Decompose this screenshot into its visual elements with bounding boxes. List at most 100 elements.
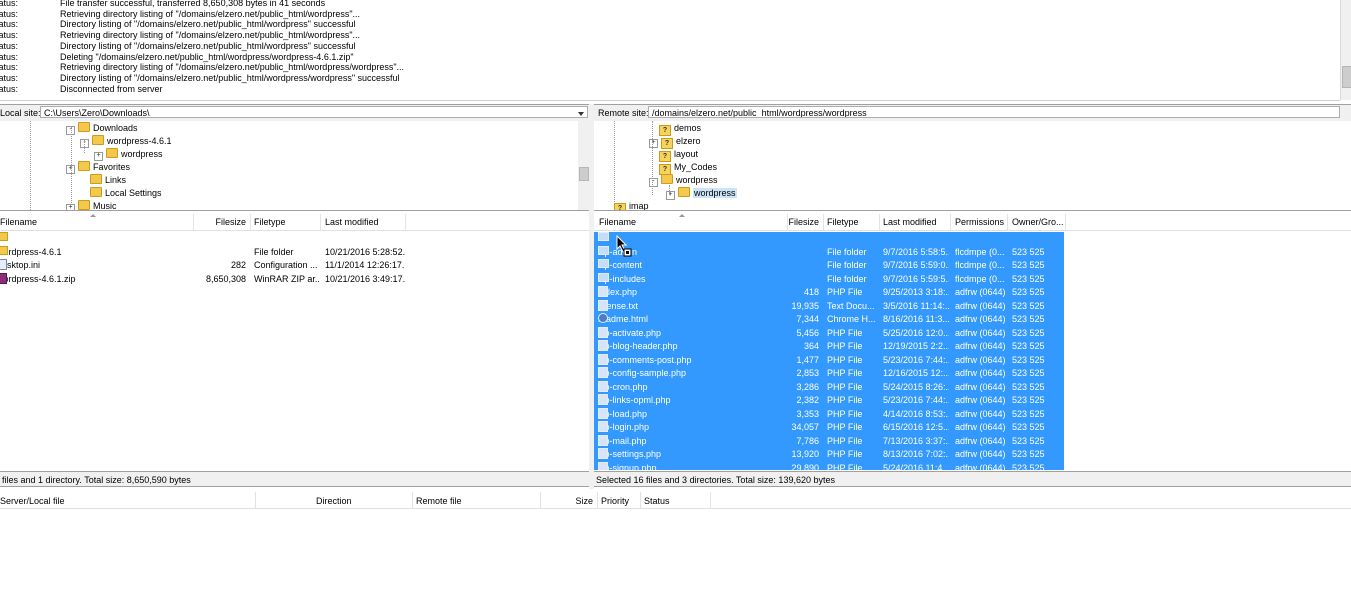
column-header-last-modified[interactable]: Last modified: [325, 217, 379, 227]
local-file-list[interactable]: ..wordpress-4.6.1 File folder 10/21/2016 5…: [0, 231, 589, 470]
column-separator[interactable]: [710, 492, 711, 508]
queue-column-server-local-file[interactable]: Server/Local file: [0, 496, 65, 506]
local-tree-node[interactable]: + wordpress: [94, 148, 163, 161]
queue-column-status[interactable]: Status: [644, 496, 670, 506]
local-tree-node[interactable]: Links: [80, 174, 126, 186]
queue-column-priority[interactable]: Priority: [601, 496, 629, 506]
expand-icon[interactable]: +: [66, 204, 75, 210]
expand-icon[interactable]: +: [94, 152, 103, 161]
remote-tree-node[interactable]: - wordpress: [649, 174, 718, 187]
message-log-scrollbar[interactable]: [1340, 0, 1351, 100]
scrollbar-thumb[interactable]: [1342, 66, 1351, 88]
column-separator[interactable]: [950, 214, 951, 230]
column-separator[interactable]: [540, 492, 541, 508]
table-row[interactable]: ..: [594, 232, 1064, 246]
expand-icon[interactable]: +: [649, 139, 658, 148]
local-tree-node[interactable]: + Music: [66, 200, 117, 210]
collapse-icon[interactable]: -: [80, 139, 89, 148]
column-header-filesize[interactable]: Filesize: [774, 217, 819, 227]
column-separator[interactable]: [193, 214, 194, 230]
table-row[interactable]: desktop.ini 282 Configuration ... 11/1/2014…: [0, 259, 589, 273]
permissions-cell: adfrw (0644): [955, 381, 1006, 392]
table-row[interactable]: wp-blog-header.php 364 PHP File 12/19/2015 …: [594, 340, 1064, 354]
column-header-permissions[interactable]: Permissions: [955, 217, 1004, 227]
column-header-filetype[interactable]: Filetype: [827, 217, 859, 227]
column-header-last-modified[interactable]: Last modified: [883, 217, 937, 227]
table-row[interactable]: wp-content File folder 9/7/2016 5:59:0... f…: [594, 259, 1064, 273]
transfer-queue[interactable]: [0, 509, 1351, 613]
remote-tree-node[interactable]: + wordpress: [666, 187, 737, 200]
column-separator[interactable]: [823, 214, 824, 230]
column-separator[interactable]: [412, 492, 413, 508]
column-header-filename[interactable]: Filename: [599, 217, 636, 227]
table-row[interactable]: wp-signup.php 29,890 PHP File 5/24/2016 11:…: [594, 461, 1064, 471]
permissions-cell: adfrw (0644): [955, 327, 1006, 338]
table-row[interactable]: wp-mail.php 7,786 PHP File 7/13/2016 3:37:.…: [594, 434, 1064, 448]
local-tree-node[interactable]: - Downloads: [66, 122, 138, 135]
expand-icon[interactable]: +: [666, 191, 675, 200]
table-row[interactable]: wordpress-4.6.1.zip 8,650,308 WinRAR ZIP a…: [0, 272, 589, 287]
remote-tree-node[interactable]: ? My_Codes: [656, 161, 717, 175]
column-separator[interactable]: [640, 492, 641, 508]
collapse-icon[interactable]: -: [649, 178, 658, 187]
table-row[interactable]: wp-activate.php 5,456 PHP File 5/25/2016 12…: [594, 326, 1064, 340]
table-row[interactable]: wordpress-4.6.1 File folder 10/21/2016 5:2…: [0, 245, 589, 260]
local-status-text: files and 1 directory. Total size: 8,650…: [2, 475, 191, 485]
table-row[interactable]: index.php 418 PHP File 9/25/2013 3:18:... ad…: [594, 286, 1064, 300]
file-type-cell: PHP File: [827, 341, 863, 351]
table-row[interactable]: license.txt 19,935 Text Docu... 3/5/2016 11…: [594, 299, 1064, 313]
remote-tree-node[interactable]: +? elzero: [649, 135, 701, 149]
column-separator[interactable]: [1007, 214, 1008, 230]
queue-column-direction[interactable]: Direction: [316, 496, 352, 506]
column-header-filename[interactable]: Filename: [0, 217, 37, 227]
queue-column-remote-file[interactable]: Remote file: [416, 496, 462, 506]
queue-column-size[interactable]: Size: [560, 496, 593, 506]
column-separator[interactable]: [255, 492, 256, 508]
local-tree-node[interactable]: + Favorites: [66, 161, 130, 174]
owner-group-cell: 523 525: [1012, 273, 1045, 284]
local-tree-node[interactable]: - wordpress-4.6.1: [80, 135, 172, 148]
table-row[interactable]: wp-cron.php 3,286 PHP File 5/24/2015 8:26:.…: [594, 380, 1064, 394]
local-site-path-input[interactable]: C:\Users\Zero\Downloads\: [40, 106, 588, 118]
table-row[interactable]: wp-login.php 34,057 PHP File 6/15/2016 12:5…: [594, 421, 1064, 435]
table-row[interactable]: ..: [0, 232, 589, 246]
permissions-cell: flcdmpe (0...: [955, 273, 1005, 284]
column-separator[interactable]: [405, 214, 406, 230]
column-header-owner-gro[interactable]: Owner/Gro...: [1012, 217, 1064, 227]
last-modified-cell: 5/24/2016 11:4...: [883, 462, 949, 471]
chevron-down-icon[interactable]: [578, 112, 584, 116]
column-header-filetype[interactable]: Filetype: [254, 217, 286, 227]
local-tree-scrollbar[interactable]: [578, 121, 589, 210]
remote-directory-tree[interactable]: ? demos +? elzero? layout? My_Codes - wordpress…: [594, 121, 1351, 211]
table-row[interactable]: wp-includes File folder 9/7/2016 5:59:5...…: [594, 272, 1064, 286]
table-row[interactable]: wp-config-sample.php 2,853 PHP File 12/16/2…: [594, 367, 1064, 381]
log-message: Retrieving directory listing of "/domain…: [60, 62, 405, 73]
table-row[interactable]: readme.html 7,344 Chrome H... 8/16/2016 11:…: [594, 313, 1064, 327]
local-directory-tree[interactable]: - Downloads - wordpress-4.6.1 + wordpress + Fav…: [0, 121, 589, 211]
column-separator[interactable]: [879, 214, 880, 230]
remote-file-list[interactable]: ..wp-adminFile folder9/7/2016 5:58:5...f…: [594, 231, 1351, 470]
file-type-cell: PHP File: [827, 449, 863, 459]
local-status-line: files and 1 directory. Total size: 8,650…: [0, 471, 589, 487]
column-separator[interactable]: [250, 214, 251, 230]
log-label: Status:: [0, 40, 19, 51]
local-tree-node[interactable]: Local Settings: [80, 187, 162, 199]
table-row[interactable]: wp-admin File folder 9/7/2016 5:58:5... flc…: [594, 245, 1064, 259]
table-row[interactable]: wp-links-opml.php 2,382 PHP File 5/23/2016 …: [594, 394, 1064, 408]
column-separator[interactable]: [1065, 214, 1066, 230]
remote-tree-node[interactable]: ? imap: [611, 200, 649, 210]
expand-icon[interactable]: +: [66, 165, 75, 174]
column-separator[interactable]: [787, 214, 788, 230]
column-separator[interactable]: [320, 214, 321, 230]
table-row[interactable]: wp-settings.php 13,920 PHP File 8/13/2016 7…: [594, 448, 1064, 462]
column-separator[interactable]: [597, 492, 598, 508]
remote-tree-node[interactable]: ? layout: [656, 148, 698, 162]
remote-tree-node[interactable]: ? demos: [656, 122, 701, 136]
collapse-icon[interactable]: -: [66, 126, 75, 135]
scrollbar-thumb[interactable]: [579, 167, 589, 181]
table-row[interactable]: wp-comments-post.php 1,477 PHP File 5/23/20…: [594, 353, 1064, 367]
message-log[interactable]: Status: File transfer successful, transfe…: [0, 0, 1340, 101]
table-row[interactable]: wp-load.php 3,353 PHP File 4/14/2016 8:53:.…: [594, 407, 1064, 421]
remote-site-path-input[interactable]: /domains/elzero.net/public_html/wordpres…: [648, 106, 1340, 118]
column-header-filesize[interactable]: Filesize: [200, 217, 246, 227]
